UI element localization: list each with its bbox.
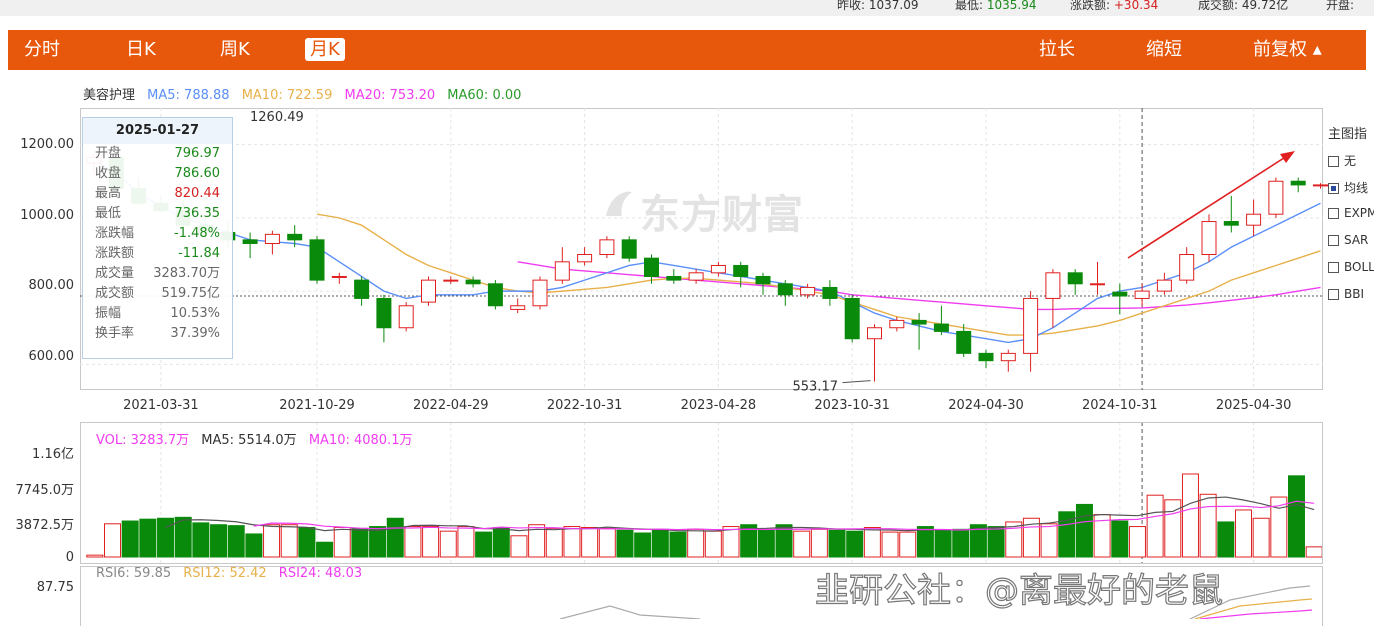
- indicator-option-label: BOLL: [1344, 260, 1374, 274]
- price-tick-label: 600.00: [28, 349, 75, 364]
- tab-daily-k[interactable]: 日K: [126, 30, 156, 70]
- tooltip-row: 换手率 37.39%: [83, 324, 232, 344]
- tooltip-row: 成交量 3283.70万: [83, 264, 232, 284]
- tooltip-key: 收盘: [95, 166, 122, 181]
- tooltip-row: 涨跌额 -11.84: [83, 244, 232, 264]
- indicator-option[interactable]: BOLL: [1328, 260, 1374, 274]
- eastmoney-watermark: 东方财富: [640, 192, 804, 238]
- legend-ma5: MA5: 788.88: [147, 88, 230, 103]
- tooltip-value: 10.53%: [170, 306, 220, 321]
- indicator-option[interactable]: 均线: [1328, 179, 1368, 196]
- footer-watermark: 韭研公社：@离最好的老鼠: [814, 570, 1223, 611]
- chart-toolbar: 分时 日K 周K 月K 拉长 缩短 前复权 ▴: [8, 30, 1366, 70]
- shrink-button[interactable]: 缩短: [1146, 30, 1182, 70]
- x-tick-label: 2022-10-31: [547, 398, 623, 413]
- volume-tick-label: 1.16亿: [32, 447, 74, 462]
- tooltip-value: 37.39%: [170, 326, 220, 341]
- forward-adjust-dropdown[interactable]: 前复权 ▴: [1253, 30, 1322, 70]
- eastmoney-logo-icon: [606, 191, 632, 216]
- tooltip-value: 736.35: [174, 206, 221, 221]
- checkbox-icon[interactable]: [1328, 235, 1339, 246]
- volume-tick-label: 7745.0万: [15, 483, 75, 498]
- indicator-option-label: 无: [1344, 154, 1357, 168]
- rsi-tick-label: 87.75: [36, 580, 74, 595]
- candle-tooltip: 2025-01-27 开盘 796.97 收盘 786.60 最高 820.44 最低 736…: [82, 117, 233, 359]
- x-tick-label: 2025-04-30: [1216, 398, 1292, 413]
- tooltip-value: 519.75亿: [161, 286, 221, 301]
- checkbox-icon[interactable]: [1328, 289, 1339, 300]
- price-chart-panel[interactable]: [80, 108, 1323, 390]
- indicator-option[interactable]: EXPM: [1328, 206, 1374, 220]
- tooltip-key: 最低: [95, 206, 122, 221]
- x-tick-label: 2023-04-28: [681, 398, 757, 413]
- tooltip-row: 最低 736.35: [83, 204, 232, 224]
- x-tick-label: 2021-03-31: [123, 398, 199, 413]
- tooltip-key: 成交量: [95, 266, 135, 281]
- tab-monthly-k[interactable]: 月K: [305, 30, 345, 70]
- tooltip-key: 成交额: [95, 286, 135, 301]
- legend-ma10: MA10: 722.59: [241, 88, 333, 103]
- tab-intraday[interactable]: 分时: [24, 30, 60, 70]
- indicator-option[interactable]: BBI: [1328, 287, 1364, 301]
- quote-open: 开盘:: [1326, 0, 1355, 12]
- volume-chart-panel[interactable]: [80, 422, 1323, 564]
- checkbox-icon[interactable]: [1328, 183, 1339, 194]
- volume-tick-label: 0: [65, 550, 74, 565]
- tooltip-row: 涨跌幅 -1.48%: [83, 224, 232, 244]
- quote-turnover: 成交额: 49.72亿: [1198, 0, 1289, 12]
- quote-prev-close: 昨收: 1037.09: [837, 0, 919, 12]
- indicator-option-label: EXPM: [1344, 206, 1374, 220]
- price-tick-label: 1200.00: [20, 137, 74, 152]
- x-tick-label: 2022-04-29: [413, 398, 489, 413]
- legend-ma60: MA60: 0.00: [447, 88, 522, 103]
- tooltip-value: 786.60: [174, 166, 221, 181]
- top-quote-strip: 昨收: 1037.09 最低: 1035.94 涨跌额: +30.34 成交额:…: [0, 0, 1374, 16]
- tooltip-row: 成交额 519.75亿: [83, 284, 232, 304]
- checkbox-icon[interactable]: [1328, 262, 1339, 273]
- tooltip-row: 收盘 786.60: [83, 164, 232, 184]
- indicator-option[interactable]: 无: [1328, 152, 1356, 169]
- volume-tick-label: 3872.5万: [15, 518, 75, 533]
- tooltip-value: 796.97: [174, 146, 221, 161]
- quote-low: 最低: 1035.94: [955, 0, 1037, 12]
- tooltip-row: 最高 820.44: [83, 184, 232, 204]
- indicator-option-label: SAR: [1344, 233, 1369, 247]
- price-tick-label: 1000.00: [20, 208, 74, 223]
- side-panel-title: 主图指: [1328, 127, 1368, 142]
- indicator-option[interactable]: SAR: [1328, 233, 1368, 247]
- tooltip-key: 最高: [95, 186, 122, 201]
- tooltip-row: 开盘 796.97: [83, 144, 232, 164]
- stretch-button[interactable]: 拉长: [1039, 30, 1075, 70]
- tooltip-key: 振幅: [95, 306, 122, 321]
- indicator-option-label: BBI: [1344, 287, 1365, 301]
- x-tick-label: 2023-10-31: [814, 398, 890, 413]
- legend-ma20: MA20: 753.20: [344, 88, 436, 103]
- indicator-option-label: 均线: [1344, 181, 1369, 195]
- chart-legend: 美容护理 MA5: 788.88 MA10: 722.59 MA20: 753.…: [83, 84, 521, 103]
- index-name: 美容护理: [83, 88, 136, 103]
- price-tick-label: 800.00: [28, 278, 75, 293]
- x-tick-label: 2024-10-31: [1082, 398, 1158, 413]
- x-tick-label: 2024-04-30: [948, 398, 1024, 413]
- tooltip-key: 涨跌幅: [95, 226, 135, 241]
- tooltip-row: 振幅 10.53%: [83, 304, 232, 324]
- quote-change: 涨跌额: +30.34: [1070, 0, 1159, 12]
- tooltip-date: 2025-01-27: [83, 118, 232, 144]
- tooltip-key: 换手率: [95, 326, 135, 341]
- checkbox-icon[interactable]: [1328, 156, 1339, 167]
- checkbox-icon[interactable]: [1328, 208, 1339, 219]
- tooltip-value: -11.84: [178, 246, 220, 261]
- tooltip-key: 涨跌额: [95, 246, 135, 261]
- tab-weekly-k[interactable]: 周K: [220, 30, 250, 70]
- tooltip-key: 开盘: [95, 146, 122, 161]
- tooltip-value: -1.48%: [174, 226, 220, 241]
- tooltip-value: 820.44: [174, 186, 221, 201]
- tooltip-value: 3283.70万: [153, 266, 220, 281]
- x-tick-label: 2021-10-29: [279, 398, 355, 413]
